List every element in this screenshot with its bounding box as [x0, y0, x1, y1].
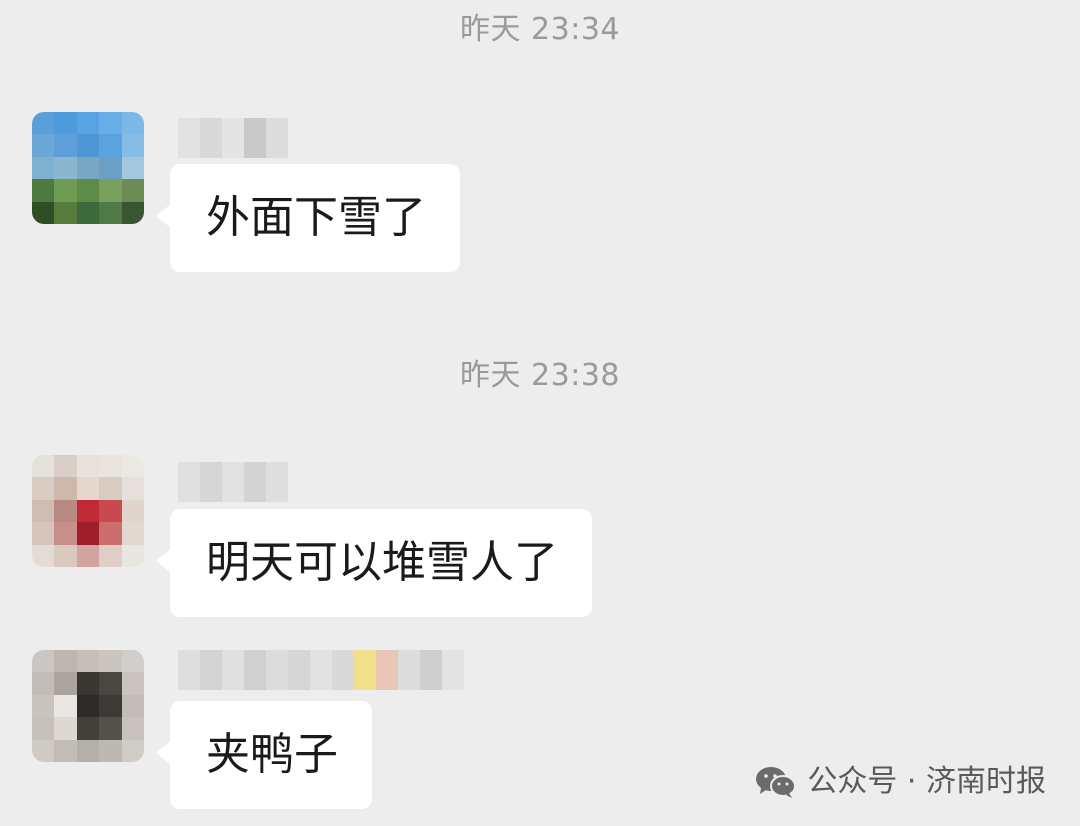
watermark-label: 公众号 · 济南时报	[807, 764, 1046, 799]
timestamp: 昨天 23:38	[460, 358, 620, 393]
chat-window: 昨天 23:34 外面下雪了 昨天 23:38 明天可以堆雪人了 夹鸭子 公众号…	[0, 0, 1080, 826]
sender-name-redacted	[178, 650, 464, 690]
avatar[interactable]	[32, 650, 144, 762]
message-bubble[interactable]: 外面下雪了	[156, 164, 460, 272]
wechat-icon	[756, 767, 797, 798]
sender-name-redacted	[178, 462, 288, 502]
watermark: 公众号 · 济南时报	[755, 764, 1046, 800]
avatar[interactable]	[32, 112, 144, 224]
message-bubble[interactable]: 明天可以堆雪人了	[156, 509, 592, 617]
message-bubble[interactable]: 夹鸭子	[156, 701, 372, 809]
sender-name-redacted	[178, 118, 288, 158]
timestamp: 昨天 23:34	[460, 12, 620, 47]
avatar[interactable]	[32, 455, 144, 567]
